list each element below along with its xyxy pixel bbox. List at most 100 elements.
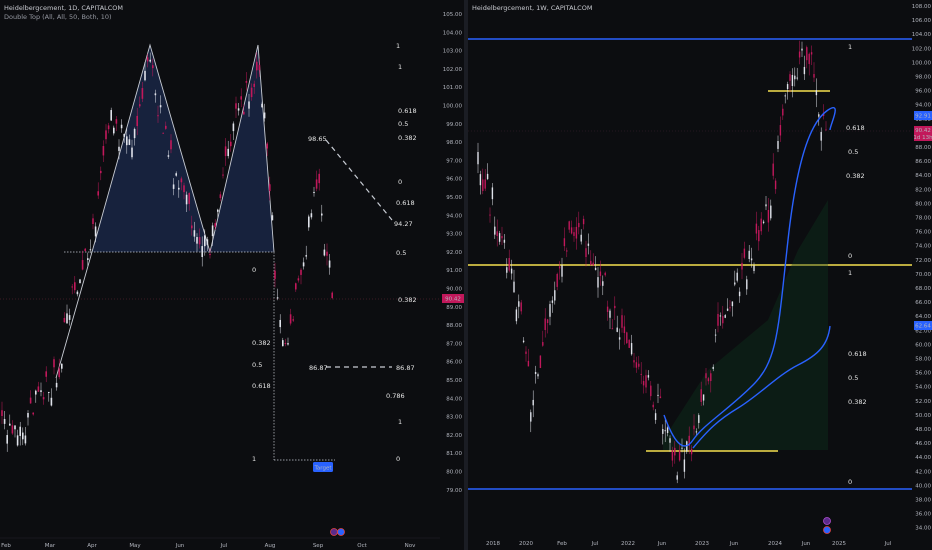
right-y-tick-label: 78.00: [915, 216, 931, 222]
left-price-axis[interactable]: [440, 0, 464, 550]
candle-body: [537, 374, 539, 377]
fib-level-label: 0.382: [846, 172, 865, 180]
candle-body: [261, 103, 263, 108]
candle-body: [539, 355, 542, 368]
candle-body: [191, 225, 193, 229]
fib-level-label: 0.618: [846, 124, 865, 132]
candle-body: [27, 412, 29, 418]
right-price-badge-red-value: 90.42: [915, 128, 931, 134]
candle-body: [55, 382, 58, 388]
candle-body: [575, 226, 578, 239]
candle-body: [674, 447, 676, 456]
right-y-tick-label: 68.00: [915, 286, 931, 292]
candle-body: [750, 258, 753, 261]
candle-body: [178, 187, 180, 190]
right-y-tick-label: 54.00: [915, 385, 931, 391]
candle-body: [206, 239, 209, 245]
candle-body: [551, 300, 554, 303]
candle-body: [289, 314, 292, 324]
candle-body: [484, 179, 486, 189]
event-icon[interactable]: [823, 526, 831, 534]
candle-body: [146, 57, 149, 62]
left-y-tick-label: 87.00: [446, 341, 462, 347]
right-y-tick-label: 60.00: [915, 342, 931, 348]
right-y-tick-label: 64.00: [915, 314, 931, 320]
candle-body: [652, 404, 654, 408]
right-y-tick-label: 108.00: [912, 4, 932, 10]
candle-body: [813, 74, 815, 78]
right-chart-canvas[interactable]: 108.00 106.00 104.00 102.00 100.00 98.00 96.00…: [468, 0, 932, 550]
right-y-tick-label: 74.00: [915, 244, 931, 250]
candle-body: [172, 184, 175, 189]
candle-body: [611, 328, 614, 330]
left-x-tick-label: Apr: [87, 543, 97, 549]
fib-level-label: 0.5: [848, 374, 858, 382]
left-chart-canvas[interactable]: 105.00 104.00 103.00 102.00 101.00 100.00 99.0…: [0, 0, 464, 550]
candle-body: [159, 105, 162, 108]
candle-body: [645, 375, 647, 388]
left-y-tick-label: 103.00: [443, 49, 463, 55]
candle-body: [794, 75, 796, 80]
candle-body: [50, 397, 53, 406]
candle-body: [136, 115, 138, 127]
candle-body: [650, 385, 652, 397]
fib-level-label: 1: [252, 455, 256, 463]
event-icon[interactable]: [330, 528, 338, 536]
candle-body: [123, 133, 125, 137]
projection-dashed-line-upper[interactable]: [325, 139, 393, 221]
candle-body: [503, 239, 506, 243]
candle-body: [508, 257, 510, 271]
candle-body: [707, 378, 710, 382]
left-x-tick-label: Sep: [313, 543, 324, 549]
candle-body: [323, 249, 326, 256]
candle-body: [248, 101, 250, 109]
candle-body: [243, 111, 245, 115]
candle-body: [24, 435, 27, 444]
fib-level-label: 0: [848, 478, 852, 486]
candle-body: [66, 313, 68, 324]
left-chart-pane[interactable]: Heidelbergcement, 1D, CAPITALCOM Double …: [0, 0, 464, 550]
candle-body: [609, 310, 611, 318]
candle-body: [506, 267, 508, 273]
event-icon[interactable]: [337, 528, 345, 536]
fib-level-label: 1: [398, 418, 402, 426]
candle-body: [767, 209, 770, 223]
left-y-tick-label: 79.00: [446, 488, 462, 494]
candle-body: [810, 52, 813, 55]
candle-body: [250, 87, 253, 98]
candle-body: [719, 315, 722, 317]
candle-body: [58, 368, 60, 378]
candle-body: [695, 431, 698, 433]
right-y-tick-label: 100.00: [912, 60, 932, 66]
candle-body: [772, 163, 774, 176]
candle-body: [525, 351, 527, 354]
fib-level-label: 0: [252, 266, 256, 274]
event-icon[interactable]: [823, 517, 831, 525]
right-y-tick-label: 102.00: [912, 46, 932, 52]
price-label-94: 94.27: [394, 220, 413, 228]
left-y-tick-label: 97.00: [446, 158, 462, 164]
candle-body: [269, 184, 271, 192]
candle-body: [683, 459, 686, 472]
candle-body: [63, 317, 66, 323]
candle-body: [128, 139, 131, 145]
candle-body: [681, 447, 683, 449]
candle-body: [165, 125, 167, 129]
candle-body: [183, 185, 185, 193]
candle-body: [770, 205, 772, 219]
left-y-tick-label: 84.00: [446, 396, 462, 402]
right-y-tick-label: 38.00: [915, 498, 931, 504]
candle-body: [76, 291, 79, 295]
fib-level-label: 0.382: [398, 134, 417, 142]
candle-body: [592, 262, 594, 266]
candle-body: [518, 301, 520, 307]
right-chart-pane[interactable]: Heidelbergcement, 1W, CAPITALCOM 108.00 1…: [468, 0, 932, 550]
candle-body: [305, 255, 307, 257]
candle-body: [227, 148, 229, 157]
right-y-tick-label: 36.00: [915, 512, 931, 518]
candle-body: [297, 278, 300, 281]
right-y-tick-label: 96.00: [915, 89, 931, 95]
candle-body: [635, 362, 638, 368]
left-y-tick-label: 96.00: [446, 177, 462, 183]
fib-level-label: 0.5: [396, 249, 406, 257]
